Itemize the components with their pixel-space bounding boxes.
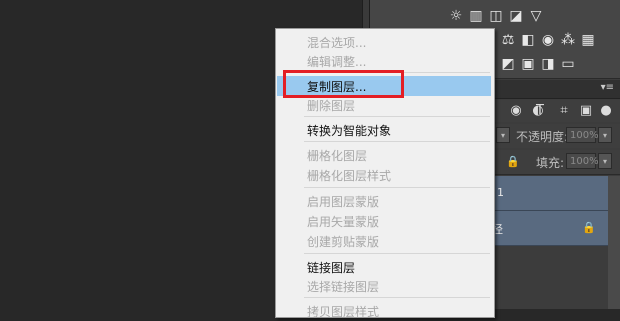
menu-item-delete-layer[interactable]: 删除图层	[276, 95, 494, 115]
menu-item-label: 栅格化图层样式	[307, 169, 392, 183]
menu-item-label: 创建剪贴蒙版	[307, 235, 380, 249]
filter-shape-icon[interactable]: ⌗	[556, 103, 572, 118]
menu-item-label: 转换为智能对象	[307, 124, 392, 138]
menu-item-label: 混合选项...	[307, 36, 367, 50]
threshold-icon[interactable]: ◨	[540, 56, 556, 72]
layers-scrollbar[interactable]	[608, 176, 620, 309]
opacity-input[interactable]: 100%	[566, 127, 599, 143]
channel-mixer-icon[interactable]: ⁂	[560, 32, 576, 48]
menu-item-enable-layer-mask[interactable]: 启用图层蒙版	[276, 191, 494, 211]
menu-item-label: 拷贝图层样式	[307, 305, 380, 319]
filter-smart-object-icon[interactable]: ▣	[578, 103, 594, 118]
bw-icon[interactable]: ◧	[520, 32, 536, 48]
opacity-label: 不透明度:	[516, 130, 569, 144]
menu-separator	[304, 116, 490, 117]
invert-icon[interactable]: ◩	[500, 56, 516, 72]
adjustments-row-1: ☼ ▥ ◫ ◪ ▽	[448, 8, 544, 28]
panel-menu-icon[interactable]: ▾≡	[601, 82, 614, 93]
menu-item-create-clipping-mask[interactable]: 创建剪贴蒙版	[276, 231, 494, 251]
blend-mode-dropdown[interactable]: ▾	[496, 127, 510, 143]
adjustments-row-2: ▦ ⚖ ◧ ◉ ⁂ ▦	[480, 32, 596, 52]
menu-item-label: 启用矢量蒙版	[307, 215, 380, 229]
photo-filter-icon[interactable]: ◉	[540, 32, 556, 48]
brightness-icon[interactable]: ☼	[448, 8, 464, 24]
levels-icon[interactable]: ▥	[468, 8, 484, 24]
menu-item-convert-to-smart-object[interactable]: 转换为智能对象	[276, 120, 494, 140]
balance-icon[interactable]: ⚖	[500, 32, 516, 48]
menu-item-link-layers[interactable]: 链接图层	[276, 257, 494, 277]
menu-item-label: 编辑调整...	[307, 55, 367, 69]
menu-separator	[304, 187, 490, 188]
fill-input[interactable]: 100%	[566, 153, 599, 169]
menu-item-label: 选择链接图层	[307, 280, 380, 294]
menu-item-rasterize-layer-style[interactable]: 栅格化图层样式	[276, 165, 494, 185]
menu-item-label: 启用图层蒙版	[307, 195, 380, 209]
opacity-dropdown-icon[interactable]: ▾	[598, 127, 612, 143]
posterize-icon[interactable]: ▣	[520, 56, 536, 72]
gradient-map-icon[interactable]: ▭	[560, 56, 576, 72]
layer-lock-icon: 🔒	[582, 221, 596, 234]
menu-separator	[304, 253, 490, 254]
exposure-icon[interactable]: ◪	[508, 8, 524, 24]
filter-toggle-icon[interactable]: ●	[598, 103, 614, 118]
color-lookup-icon[interactable]: ▦	[580, 32, 596, 48]
menu-item-label: 删除图层	[307, 99, 356, 113]
menu-item-label: 链接图层	[307, 261, 356, 275]
annotation-highlight-box	[283, 70, 404, 98]
menu-item-blending-options[interactable]: 混合选项...	[276, 32, 494, 52]
filter-type-icon[interactable]: T	[532, 103, 548, 118]
vibrance-icon[interactable]: ▽	[528, 8, 544, 24]
menu-item-edit-adjustment[interactable]: 编辑调整...	[276, 51, 494, 71]
lock-all-icon[interactable]: 🔒	[506, 155, 520, 168]
menu-separator	[304, 141, 490, 142]
fill-label: 填充:	[536, 156, 565, 170]
adjustments-row-3: ◩ ▣ ◨ ▭	[500, 56, 576, 76]
menu-item-rasterize-layer[interactable]: 栅格化图层	[276, 145, 494, 165]
filter-pixel-icon[interactable]: ◉	[508, 103, 524, 118]
menu-item-label: 栅格化图层	[307, 149, 368, 163]
layer-name: 1	[497, 186, 504, 199]
menu-item-enable-vector-mask[interactable]: 启用矢量蒙版	[276, 211, 494, 231]
menu-item-copy-layer-style[interactable]: 拷贝图层样式	[276, 301, 494, 321]
fill-dropdown-icon[interactable]: ▾	[598, 153, 612, 169]
menu-separator	[304, 297, 490, 298]
menu-item-select-linked-layers[interactable]: 选择链接图层	[276, 276, 494, 296]
curves-icon[interactable]: ◫	[488, 8, 504, 24]
